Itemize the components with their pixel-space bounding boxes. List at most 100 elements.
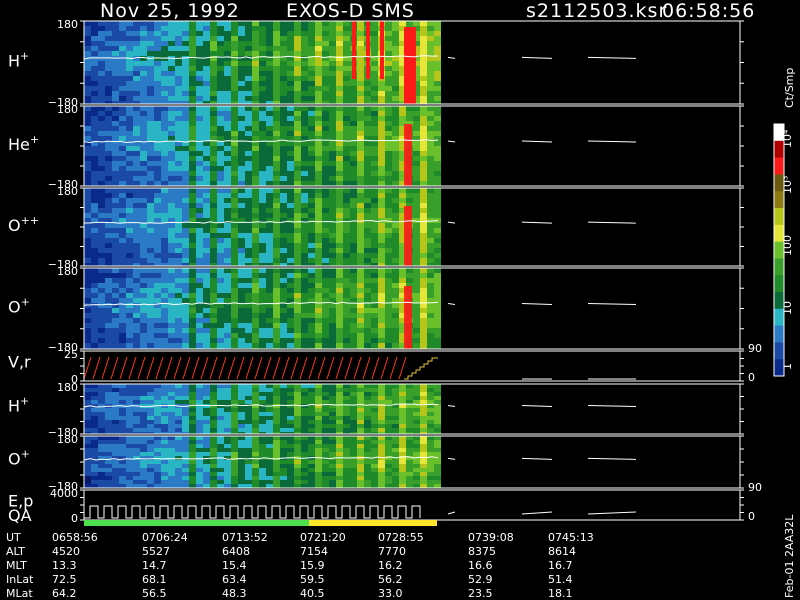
footer-cell: 4520 xyxy=(52,545,80,558)
colorbar-swatch xyxy=(774,325,784,343)
panel-he-plus: He+180−180 xyxy=(8,103,744,191)
panel-ep-ymax: 4000 xyxy=(50,487,78,500)
qa-caution-segment xyxy=(309,520,437,526)
footer-cell: 40.5 xyxy=(300,587,325,600)
panel-ep-label-2: QA xyxy=(8,506,32,525)
footer-cell: 56.2 xyxy=(378,573,403,586)
colorbar: Ct/Smp 10⁴ 10³ 100 10 1 xyxy=(773,68,796,377)
footer-cell: 56.5 xyxy=(142,587,167,600)
panel-stack: H+180−180He+180−180O++180−180O+180−180V,… xyxy=(8,18,762,525)
colorbar-swatch xyxy=(774,191,784,209)
footer-cell: 8614 xyxy=(548,545,576,558)
panel-vr-label: V,r xyxy=(8,353,31,372)
colorbar-swatch xyxy=(774,208,784,226)
panel-o-plus-2-ymax: 180 xyxy=(57,433,78,446)
panel-h-plus-image xyxy=(84,21,441,104)
footer-cell: 23.5 xyxy=(468,587,493,600)
header-time: 06:58:56 xyxy=(662,0,755,22)
header-date: Nov 25, 1992 xyxy=(100,0,240,22)
footer-cell: 13.3 xyxy=(52,559,77,572)
panel-o-plus-image xyxy=(84,268,441,349)
footer-cell: 68.1 xyxy=(142,573,167,586)
footer-cell: 33.0 xyxy=(378,587,403,600)
footer-cell: 18.1 xyxy=(548,587,573,600)
panel-h-plus: H+180−180 xyxy=(8,18,744,109)
footer-cell: 16.6 xyxy=(468,559,493,572)
colorbar-unit: Ct/Smp xyxy=(783,68,796,108)
colorbar-swatch xyxy=(774,292,784,310)
colorbar-swatch xyxy=(774,342,784,360)
footer-cell: 16.2 xyxy=(378,559,403,572)
colorbar-swatch xyxy=(774,258,784,276)
colorbar-swatch xyxy=(774,241,784,259)
colorbar-swatch xyxy=(774,140,784,159)
panel-o-plus-2-label: O+ xyxy=(8,448,30,469)
spectrogram-figure: Nov 25, 1992 EXOS-D SMS s2112503.ksr 06:… xyxy=(6,0,796,600)
header-instrument: EXOS-D SMS xyxy=(286,0,415,22)
footer-cell: 15.4 xyxy=(222,559,247,572)
footer-cell: 52.9 xyxy=(468,573,493,586)
footer-cell: 72.5 xyxy=(52,573,77,586)
footer-table: UT 0658:56 0706:24 0713:52 0721:20 0728:55 073… xyxy=(6,531,594,600)
panel-vr-ymax: 25 xyxy=(64,348,78,361)
panel-he-plus-image xyxy=(84,106,441,186)
footer-cell: 7770 xyxy=(378,545,406,558)
panel-h-plus-ymax: 180 xyxy=(57,18,78,31)
panel-vr-right-max: 90 xyxy=(748,342,762,355)
header-file: s2112503.ksr xyxy=(526,0,667,22)
footer-cell: 63.4 xyxy=(222,573,247,586)
panel-o-plusplus-ymax: 180 xyxy=(57,185,78,198)
panel-he-plus-label: He+ xyxy=(8,133,39,154)
footer-cell: 0713:52 xyxy=(222,531,268,544)
panel-ep-ymin: 0 xyxy=(71,512,78,525)
panel-h-plus-2-ymax: 180 xyxy=(57,381,78,394)
footer-row-label-mlt: MLT xyxy=(6,559,27,572)
panel-o-plusplus-label: O++ xyxy=(8,214,39,235)
panel-o-plus: O+180−180 xyxy=(8,265,744,354)
footer-cell: 51.4 xyxy=(548,573,573,586)
footer-cell: 6408 xyxy=(222,545,250,558)
footer-cell: 5527 xyxy=(142,545,170,558)
footer-cell: 0745:13 xyxy=(548,531,594,544)
panel-o-plusplus-image xyxy=(84,188,441,266)
panel-o-plus-2: O+180−180 xyxy=(8,433,744,493)
footer-cell: 0706:24 xyxy=(142,531,188,544)
footer-cell: 0728:55 xyxy=(378,531,424,544)
panel-ep-right-min: 0 xyxy=(748,510,755,523)
panel-ep-right-max: 90 xyxy=(748,481,762,494)
colorbar-swatch xyxy=(774,224,784,243)
footer-cell: 0658:56 xyxy=(52,531,98,544)
colorbar-swatch xyxy=(774,308,784,327)
colorbar-swatch xyxy=(774,157,784,175)
qa-good-segment xyxy=(84,520,309,526)
footer-cell: 0721:20 xyxy=(300,531,346,544)
colorbar-swatch xyxy=(774,174,784,192)
footer-cell: 7154 xyxy=(300,545,328,558)
panel-o-plus-label: O+ xyxy=(8,296,30,317)
panel-h-plus-2: H+180−180 xyxy=(8,381,744,439)
panel-o-plus-ymax: 180 xyxy=(57,265,78,278)
footer-row-label-inlat: InLat xyxy=(6,573,34,586)
footer-row-label-alt: ALT xyxy=(6,545,25,558)
panel-o-plus-2-image xyxy=(84,436,441,488)
panel-vr-right-min: 0 xyxy=(748,371,755,384)
colorbar-swatch xyxy=(774,275,784,293)
footer-row-label-ut: UT xyxy=(6,531,21,544)
footer-cell: 48.3 xyxy=(222,587,247,600)
panel-h-plus-2-image xyxy=(84,384,441,434)
panel-o-plusplus: O++180−180 xyxy=(8,185,744,271)
footer-side-label: Feb-01 2AA32L xyxy=(783,514,796,598)
footer-cell: 64.2 xyxy=(52,587,77,600)
colorbar-swatch xyxy=(774,124,784,142)
footer-cell: 16.7 xyxy=(548,559,573,572)
footer-cell: 15.9 xyxy=(300,559,325,572)
footer-cell: 59.5 xyxy=(300,573,325,586)
footer-cell: 14.7 xyxy=(142,559,167,572)
qa-strip xyxy=(84,520,437,526)
panel-he-plus-ymax: 180 xyxy=(57,103,78,116)
footer-cell: 8375 xyxy=(468,545,496,558)
panel-h-plus-label: H+ xyxy=(8,50,29,71)
panel-h-plus-2-label: H+ xyxy=(8,395,29,416)
footer-cell: 0739:08 xyxy=(468,531,514,544)
footer-row-label-mlat: MLat xyxy=(6,587,33,600)
